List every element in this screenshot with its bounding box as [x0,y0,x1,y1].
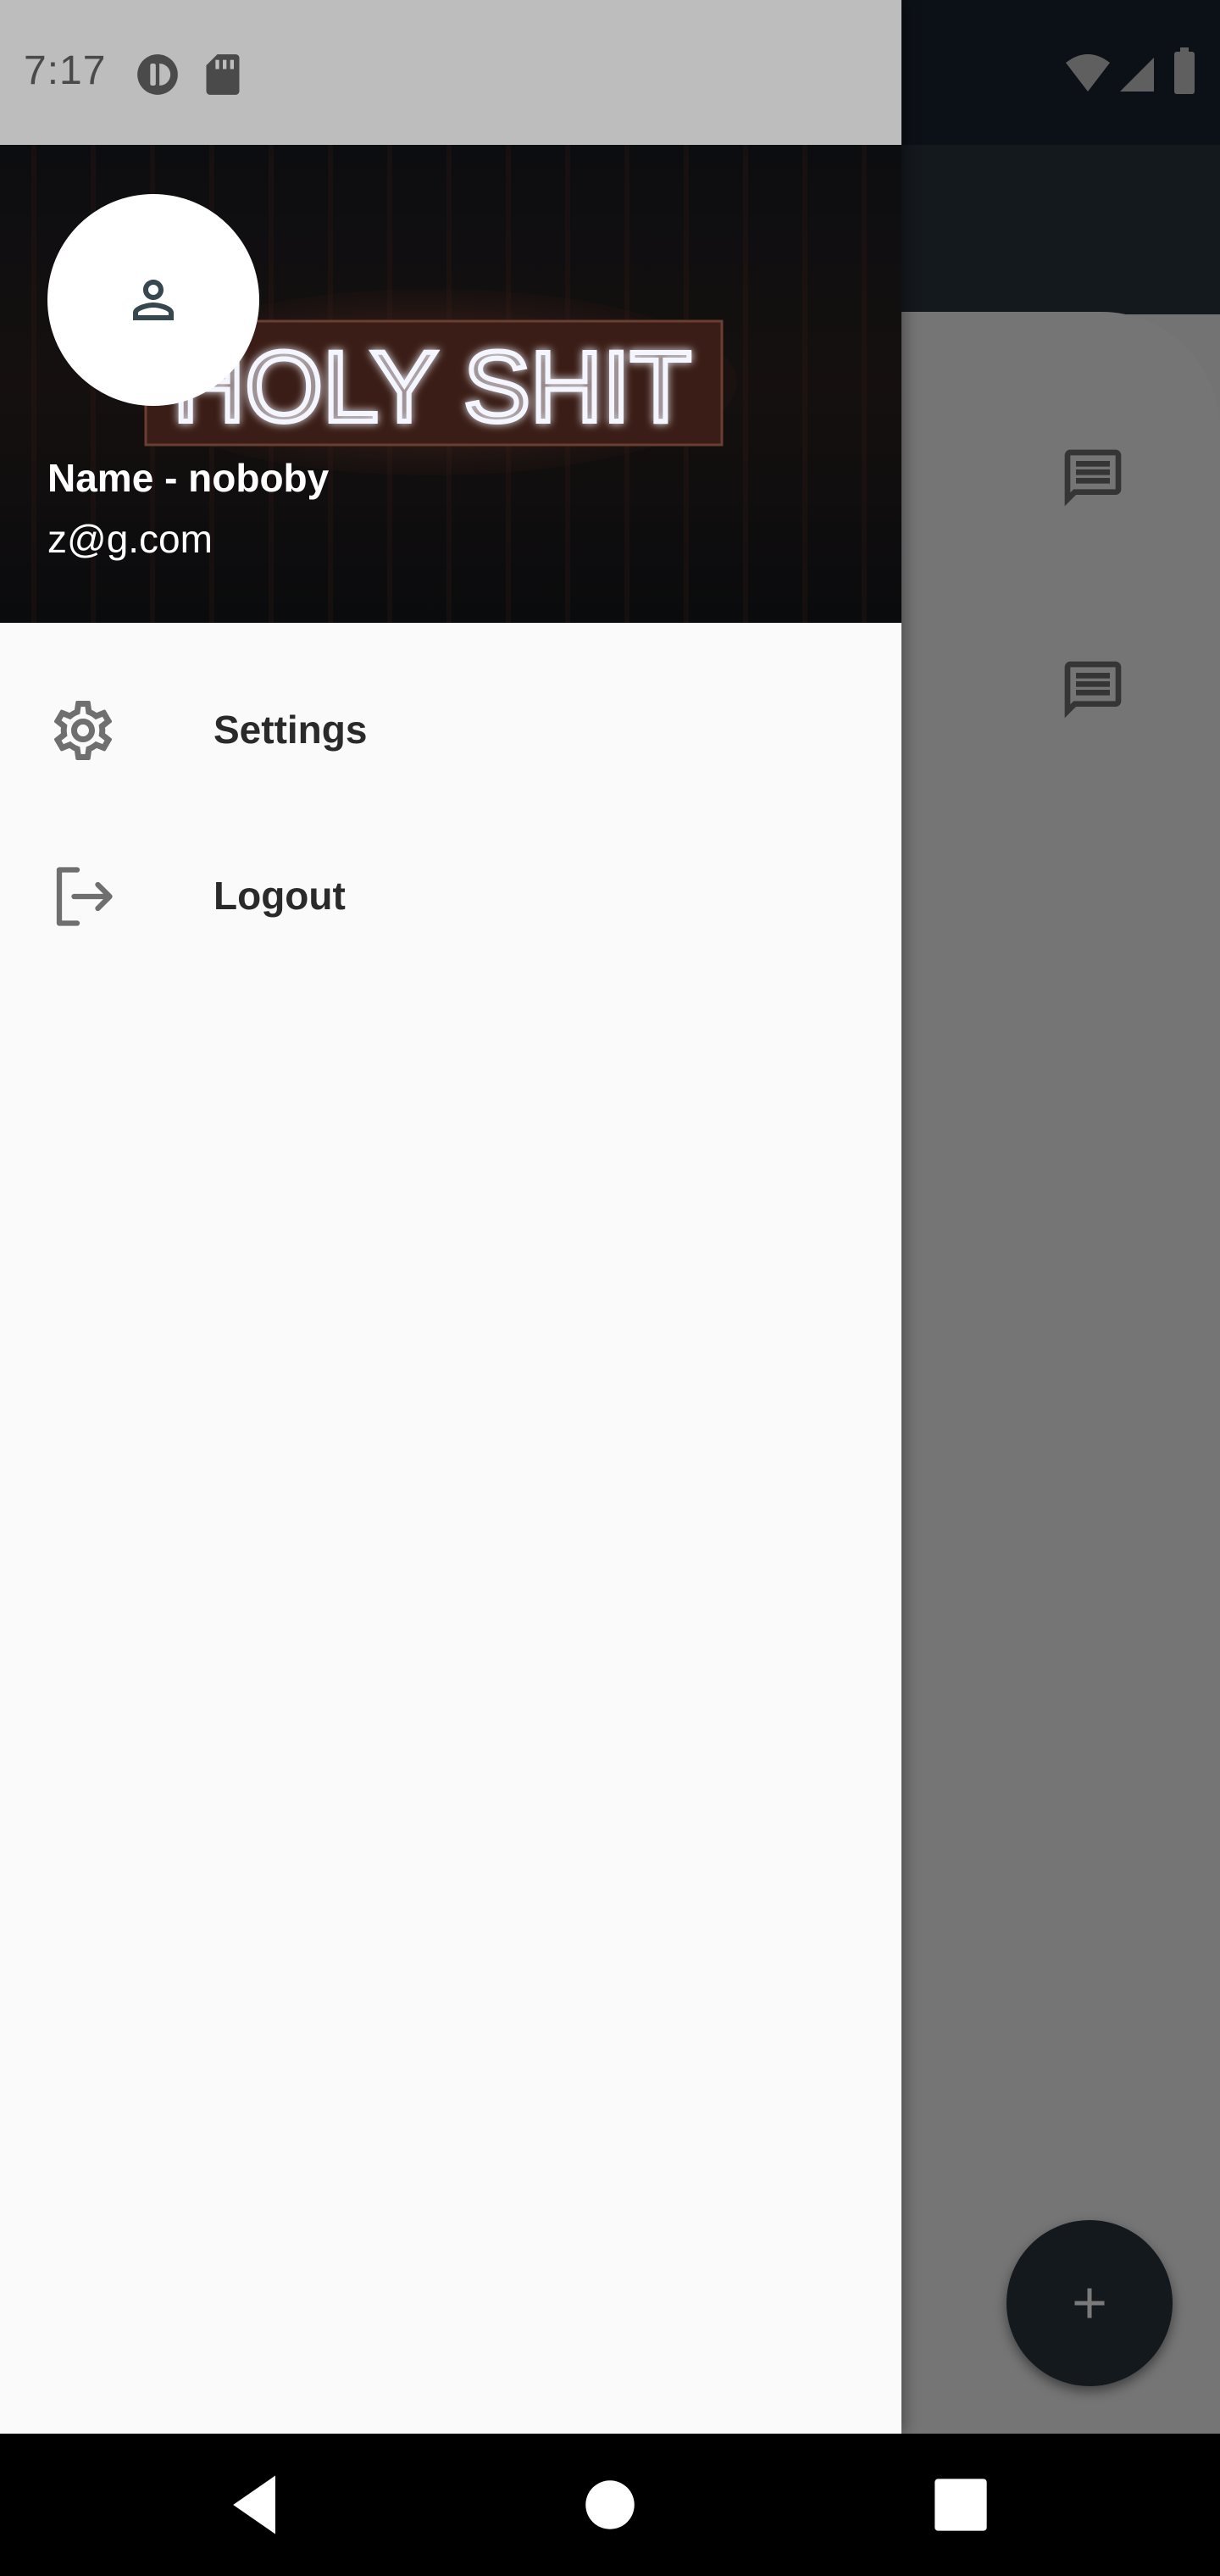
drawer-item-label: Settings [214,708,368,752]
back-icon[interactable] [217,2466,295,2544]
avatar[interactable] [47,194,259,406]
person-icon [133,280,174,320]
drawer-item-label: Logout [214,874,346,918]
system-navigation-bar [0,2434,1220,2576]
home-icon[interactable] [571,2466,649,2544]
logout-icon [56,867,113,926]
status-time: 7:17 [24,48,107,93]
settings-icon [53,700,113,760]
media-sync-icon [137,54,178,95]
navigation-drawer: 7:17 HOLY SHIT Name - noboby z@g.com Set… [0,0,901,2434]
status-bar: 7:17 [0,0,901,145]
drawer-item-logout[interactable]: Logout [0,820,901,973]
user-email: z@g.com [47,517,213,561]
user-name: Name - noboby [47,456,330,500]
drawer-item-settings[interactable]: Settings [0,654,901,807]
neon-sign-text: HOLY SHIT [173,331,691,443]
sd-card-icon [206,54,240,95]
drawer-header: HOLY SHIT Name - noboby z@g.com [0,145,901,623]
recents-icon[interactable] [922,2466,1000,2544]
